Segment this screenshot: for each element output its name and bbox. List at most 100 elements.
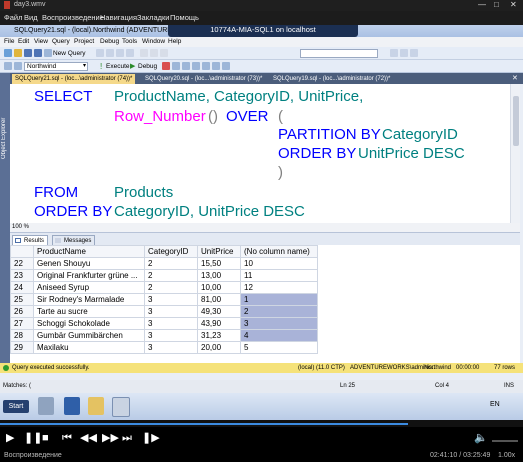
menu-view[interactable]: Вид (24, 13, 38, 22)
cell-unitprice[interactable]: 81,00 (197, 293, 241, 306)
new-project-icon[interactable] (4, 49, 12, 57)
row-number[interactable]: 23 (10, 269, 34, 282)
tab-sqlquery19[interactable]: SQLQuery19.sql - (loc...\administrator (… (270, 74, 393, 84)
cell-productname[interactable]: Tarte au sucre (33, 305, 145, 318)
ssms-menu-project[interactable]: Project (74, 38, 94, 45)
chevron-down-icon[interactable]: ▾ (83, 62, 86, 69)
cell-productname[interactable]: Sir Rodney's Marmalade (33, 293, 145, 306)
comment-icon[interactable] (212, 62, 220, 70)
cell-categoryid[interactable]: 3 (144, 329, 198, 342)
volume-icon[interactable]: 🔈 (474, 431, 488, 445)
row-number[interactable]: 25 (10, 293, 34, 306)
open-file-icon[interactable] (14, 49, 22, 57)
cell-rownum[interactable]: 12 (240, 281, 318, 294)
table-row[interactable]: 25 Sir Rodney's Marmalade 3 81,00 1 (10, 293, 318, 306)
menu-file[interactable]: Файл (4, 13, 22, 22)
find-icon[interactable] (390, 49, 398, 57)
cell-productname[interactable]: Maxilaku (33, 341, 145, 354)
db-engine-query-icon[interactable] (96, 49, 104, 57)
play-icon[interactable]: ▶ (6, 431, 14, 445)
cell-rownum-selected[interactable]: 4 (240, 329, 318, 342)
powershell-icon[interactable] (64, 397, 80, 415)
uncomment-icon[interactable] (222, 62, 230, 70)
editor-scroll-thumb[interactable] (513, 96, 519, 146)
cell-rownum-selected[interactable]: 3 (240, 317, 318, 330)
row-number[interactable]: 29 (10, 341, 34, 354)
results-grid[interactable]: ProductName CategoryID UnitPrice (No col… (10, 245, 520, 365)
tab-sqlquery20[interactable]: SQLQuery20.sql - (loc...\administrator (… (142, 74, 265, 84)
menu-playback[interactable]: Воспроизведение (42, 13, 104, 22)
execute-button[interactable]: Execute (106, 62, 130, 71)
cell-categoryid[interactable]: 3 (144, 341, 198, 354)
ssms-menu-help[interactable]: Help (168, 38, 181, 45)
cell-categoryid[interactable]: 3 (144, 293, 198, 306)
ssms-menu-edit[interactable]: Edit (18, 38, 29, 45)
cell-unitprice[interactable]: 15,50 (197, 257, 241, 270)
ssms-menu-window[interactable]: Window (142, 38, 165, 45)
table-row[interactable]: 22 Genen Shouyu 2 15,50 10 (10, 257, 318, 270)
cell-unitprice[interactable]: 31,23 (197, 329, 241, 342)
col-header-categoryid[interactable]: CategoryID (144, 245, 198, 258)
execute-icon[interactable]: ! (100, 62, 102, 71)
cell-rownum[interactable]: 11 (240, 269, 318, 282)
database-select[interactable]: Northwind (24, 62, 88, 71)
parse-icon[interactable] (172, 62, 180, 70)
analysis-query-icon[interactable] (106, 49, 114, 57)
cancel-query-icon[interactable] (162, 62, 170, 70)
table-row[interactable]: 26 Tarte au sucre 3 49,30 2 (10, 305, 318, 318)
debug-button[interactable]: Debug (138, 62, 157, 71)
col-header-unitprice[interactable]: UnitPrice (197, 245, 241, 258)
cell-rownum[interactable]: 5 (240, 341, 318, 354)
display-plan-icon[interactable] (182, 62, 190, 70)
cell-categoryid[interactable]: 2 (144, 257, 198, 270)
cell-categoryid[interactable]: 2 (144, 281, 198, 294)
maximize-icon[interactable]: □ (494, 0, 499, 9)
cell-unitprice[interactable]: 10,00 (197, 281, 241, 294)
connect-icon[interactable] (4, 62, 12, 70)
tab-sqlquery21[interactable]: SQLQuery21.sql - (loc...\administrator (… (12, 74, 136, 84)
new-query-button[interactable]: New Query (53, 49, 86, 58)
rewind-icon[interactable]: ◀◀ (80, 431, 97, 445)
server-manager-icon[interactable] (38, 397, 54, 415)
cell-unitprice[interactable]: 49,30 (197, 305, 241, 318)
debug-icon[interactable]: ▶ (130, 62, 135, 71)
ssms-menu-file[interactable]: File (4, 38, 14, 45)
cell-categoryid[interactable]: 2 (144, 269, 198, 282)
editor-scrollbar[interactable] (510, 84, 520, 223)
language-indicator[interactable]: EN (490, 401, 500, 408)
object-explorer-label[interactable]: Object Explorer (1, 89, 9, 159)
save-icon[interactable] (24, 49, 32, 57)
table-row[interactable]: 24 Aniseed Syrup 2 10,00 12 (10, 281, 318, 294)
ssms-menu-query[interactable]: Query (52, 38, 70, 45)
results-to-grid-icon[interactable] (192, 62, 200, 70)
cell-unitprice[interactable]: 20,00 (197, 341, 241, 354)
cell-rownum[interactable]: 10 (240, 257, 318, 270)
minimize-icon[interactable]: — (478, 0, 486, 9)
paste-icon[interactable] (160, 49, 168, 57)
table-row[interactable]: 27 Schoggi Schokolade 3 43,90 3 (10, 317, 318, 330)
ssms-menu-tools[interactable]: Tools (122, 38, 137, 45)
previous-icon[interactable]: ⏮ (62, 431, 72, 445)
stop-icon[interactable]: ■ (42, 431, 49, 445)
menu-navigation[interactable]: Навигация (100, 13, 137, 22)
change-connection-icon[interactable] (14, 62, 22, 70)
results-to-file-icon[interactable] (202, 62, 210, 70)
cell-unitprice[interactable]: 43,90 (197, 317, 241, 330)
pause-icon[interactable]: ❚❚ (24, 431, 42, 445)
table-row[interactable]: 28 Gumbär Gummibärchen 3 31,23 4 (10, 329, 318, 342)
table-row[interactable]: 29 Maxilaku 3 20,00 5 (10, 341, 318, 354)
volume-slider[interactable] (492, 440, 518, 442)
cut-icon[interactable] (140, 49, 148, 57)
table-row[interactable]: 23 Original Frankfurter grüne ... 2 13,0… (10, 269, 318, 282)
close-icon[interactable]: ✕ (510, 0, 517, 9)
row-number[interactable]: 22 (10, 257, 34, 270)
solution-explorer-icon[interactable] (400, 49, 408, 57)
find-combo[interactable] (300, 49, 378, 58)
sql-editor[interactable]: SELECT ProductName, CategoryID, UnitPric… (10, 84, 520, 223)
fast-forward-icon[interactable]: ▶▶ (102, 431, 119, 445)
cell-categoryid[interactable]: 3 (144, 305, 198, 318)
cell-rownum-selected[interactable]: 2 (240, 305, 318, 318)
cell-productname[interactable]: Gumbär Gummibärchen (33, 329, 145, 342)
row-number[interactable]: 28 (10, 329, 34, 342)
explorer-icon[interactable] (88, 397, 104, 415)
